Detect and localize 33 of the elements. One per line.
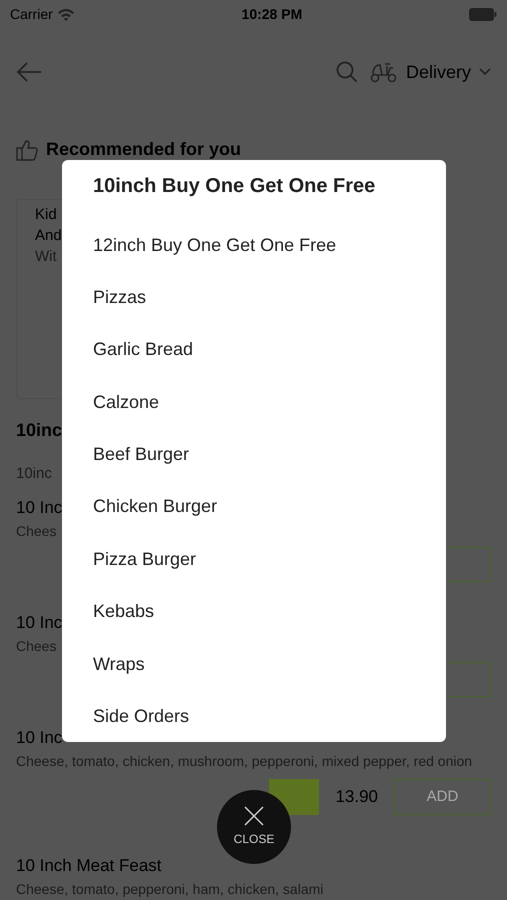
item-description: Cheese, tomato, pepperoni, ham, chicken, salami bbox=[16, 880, 324, 899]
scooter-icon bbox=[370, 61, 398, 83]
close-button[interactable]: CLOSE bbox=[217, 790, 291, 864]
chevron-down-icon bbox=[479, 68, 491, 76]
category-option[interactable]: Kebabs bbox=[93, 584, 154, 638]
category-option[interactable]: Chicken Burger bbox=[93, 480, 218, 533]
clock-time: 10:28 PM bbox=[242, 4, 302, 24]
close-icon bbox=[244, 806, 264, 826]
carrier-label: Carrier bbox=[10, 4, 53, 24]
category-option[interactable]: Garlic Bread bbox=[93, 323, 194, 376]
category-option[interactable]: Pizza Burger bbox=[93, 532, 196, 585]
category-option[interactable]: Beef Burger bbox=[93, 428, 190, 480]
category-option[interactable]: 10inch Buy One Get One Free bbox=[93, 170, 376, 218]
wifi-icon bbox=[56, 8, 75, 20]
category-option[interactable]: Pizzas bbox=[93, 270, 146, 324]
category-option[interactable]: 12inch Buy One Get One Free bbox=[93, 218, 336, 271]
card-text: Wit bbox=[35, 247, 57, 267]
thumbs-up-icon bbox=[16, 138, 38, 160]
card-text: Kid bbox=[35, 205, 57, 225]
item-description: Cheese, tomato, chicken, mushroom, pepperoni, mixed pepper, red onion bbox=[16, 752, 472, 771]
item-price: 13.90 bbox=[335, 786, 378, 808]
section-title: Recommended for you bbox=[46, 138, 242, 161]
item-description: Chees bbox=[16, 637, 56, 656]
category-option[interactable]: Wraps bbox=[93, 637, 145, 690]
item-description: Chees bbox=[16, 522, 56, 541]
category-option[interactable]: Side Orders bbox=[93, 690, 190, 742]
category-option[interactable]: Calzone bbox=[93, 376, 160, 428]
category-subtitle: 10inc bbox=[16, 464, 52, 484]
back-arrow-icon[interactable] bbox=[16, 62, 42, 82]
search-icon[interactable] bbox=[336, 61, 358, 83]
battery-icon bbox=[468, 8, 497, 20]
category-heading: 10inc bbox=[16, 419, 64, 442]
card-text: And bbox=[35, 226, 62, 246]
